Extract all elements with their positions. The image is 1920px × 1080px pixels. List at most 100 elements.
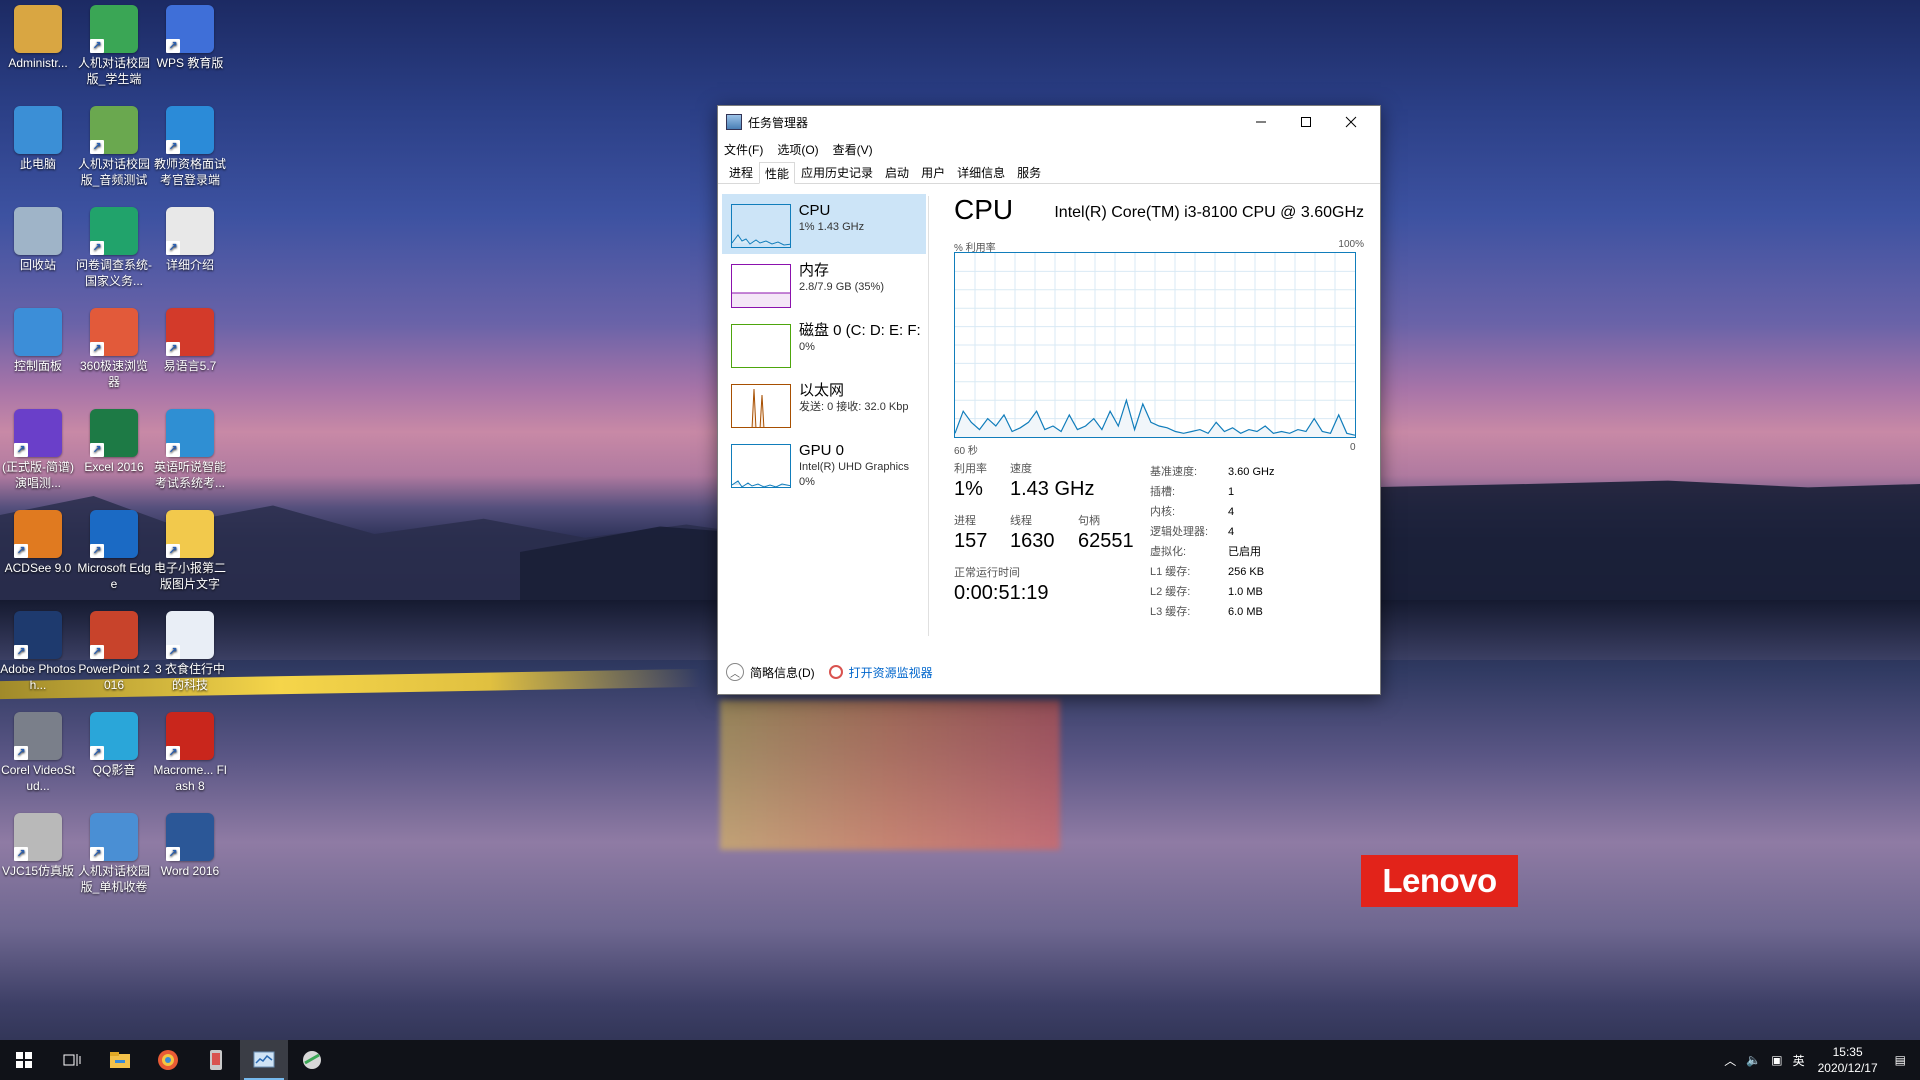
- desktop-icon[interactable]: VJC15仿真版: [0, 808, 76, 879]
- desktop-icon[interactable]: 易语言5.7: [152, 303, 228, 374]
- gpu-mini-graph: [731, 444, 791, 488]
- title-bar[interactable]: 任务管理器: [718, 106, 1380, 138]
- taskbar: ︿ 🔈 ▣ 英 15:35 2020/12/17 ▤: [0, 1040, 1920, 1080]
- stat-processes-value: 157: [954, 530, 988, 552]
- task-manager-taskbar-button[interactable]: [240, 1040, 288, 1080]
- tab-processes[interactable]: 进程: [723, 161, 759, 183]
- prop-value: 已启用: [1228, 546, 1261, 558]
- notification-icon[interactable]: ▤: [1895, 1053, 1906, 1067]
- prop-row: L3 缓存: 6.0 MB: [1150, 602, 1274, 622]
- desktop-icon[interactable]: 回收站: [0, 202, 76, 273]
- desktop-icon-label: Macrome... Flash 8: [153, 763, 227, 793]
- corel-icon: [14, 712, 62, 760]
- control-panel-icon: [14, 308, 62, 356]
- stat-uptime-label: 正常运行时间: [954, 567, 1020, 579]
- desktop-icon[interactable]: 此电脑: [0, 101, 76, 172]
- browser-button[interactable]: [144, 1040, 192, 1080]
- desktop-icon[interactable]: 人机对话校园版_单机收卷: [76, 808, 152, 895]
- desktop-icon-label: WPS 教育版: [156, 56, 224, 70]
- resource-cpu[interactable]: CPU 1% 1.43 GHz: [722, 194, 926, 254]
- open-resource-monitor-link[interactable]: 打开资源监视器: [828, 664, 933, 681]
- prop-row: 基准速度: 3.60 GHz: [1150, 462, 1274, 482]
- light-reflection: [720, 700, 1060, 850]
- prop-row: L1 缓存: 256 KB: [1150, 562, 1274, 582]
- desktop-icon[interactable]: Word 2016: [152, 808, 228, 879]
- qq-player-icon: [90, 712, 138, 760]
- tab-startup[interactable]: 启动: [879, 161, 915, 183]
- resource-ethernet[interactable]: 以太网 发送: 0 接收: 32.0 Kbp: [722, 374, 928, 434]
- desktop-icon[interactable]: 360极速浏览器: [76, 303, 152, 390]
- 360-browser-icon: [158, 1050, 178, 1070]
- chevron-up-icon[interactable]: ︿: [1724, 1052, 1736, 1069]
- close-icon: [1345, 116, 1356, 128]
- phone-app-button[interactable]: [192, 1040, 240, 1080]
- desktop-icon[interactable]: 问卷调查系统-国家义务...: [76, 202, 152, 289]
- cpu-heading: CPU: [954, 194, 1014, 225]
- task-view-button[interactable]: [48, 1040, 96, 1080]
- stat-threads-label: 线程: [1010, 515, 1032, 527]
- resource-cpu-name: CPU: [798, 202, 831, 219]
- tab-app-history[interactable]: 应用历史记录: [795, 161, 879, 183]
- app-taskbar-button[interactable]: [288, 1040, 336, 1080]
- yi-language-icon: [166, 308, 214, 356]
- desktop-icon[interactable]: 英语听说智能考试系统考...: [152, 404, 228, 491]
- desktop-icon[interactable]: ACDSee 9.0: [0, 505, 76, 576]
- desktop-icon-label: Adobe Photosh...: [0, 662, 76, 692]
- axis-zero-label: 0: [1350, 442, 1356, 453]
- desktop-icon[interactable]: 3 衣食住行中的科技: [152, 606, 228, 693]
- desktop-icon[interactable]: Microsoft Edge: [76, 505, 152, 592]
- close-button[interactable]: [1328, 106, 1373, 138]
- desktop-icon[interactable]: 人机对话校园版_音频测试: [76, 101, 152, 188]
- tab-details[interactable]: 详细信息: [951, 161, 1011, 183]
- volume-icon[interactable]: 🔈: [1746, 1053, 1761, 1067]
- desktop-icon[interactable]: (正式版-简谱)演唱测...: [0, 404, 76, 491]
- folder-icon: [166, 510, 214, 558]
- menu-file[interactable]: 文件(F): [724, 141, 763, 158]
- desktop-icon-label: Excel 2016: [84, 460, 144, 474]
- desktop-icon[interactable]: Adobe Photosh...: [0, 606, 76, 693]
- prop-value: 4: [1228, 526, 1235, 538]
- menu-view[interactable]: 查看(V): [833, 141, 873, 158]
- desktop-icon[interactable]: 人机对话校园版_学生端: [76, 0, 152, 87]
- desktop-icon-label: 回收站: [19, 258, 56, 272]
- file-explorer-button[interactable]: [96, 1040, 144, 1080]
- chevron-up-icon: ︿: [726, 663, 744, 681]
- tab-services[interactable]: 服务: [1011, 161, 1047, 183]
- minimize-button[interactable]: [1238, 106, 1283, 138]
- fewer-details-button[interactable]: ︿ 简略信息(D): [726, 663, 815, 681]
- computer-icon: [14, 106, 62, 154]
- stat-handles-value: 62551: [1078, 530, 1134, 552]
- resource-disk-sub: 0%: [799, 341, 815, 353]
- desktop-icon[interactable]: 电子小报第二版图片文字: [152, 505, 228, 592]
- resource-cpu-sub: 1% 1.43 GHz: [798, 221, 865, 233]
- tab-users[interactable]: 用户: [915, 161, 951, 183]
- desktop-icon[interactable]: 控制面板: [0, 303, 76, 374]
- network-icon[interactable]: ▣: [1771, 1053, 1782, 1067]
- desktop-icon[interactable]: QQ影音: [76, 707, 152, 778]
- desktop-icon-label: ACDSee 9.0: [4, 561, 72, 575]
- clock[interactable]: 15:35 2020/12/17: [1818, 1044, 1878, 1076]
- resource-gpu[interactable]: GPU 0 Intel(R) UHD Graphics 0%: [722, 434, 928, 494]
- desktop-icon[interactable]: WPS 教育版: [152, 0, 228, 71]
- wps-icon: [166, 5, 214, 53]
- desktop-icon[interactable]: 详细介绍: [152, 202, 228, 273]
- maximize-button[interactable]: [1283, 106, 1328, 138]
- desktop-icon[interactable]: PowerPoint 2016: [76, 606, 152, 693]
- menu-options[interactable]: 选项(O): [777, 141, 818, 158]
- acdsee-icon: [14, 510, 62, 558]
- resource-memory[interactable]: 内存 2.8/7.9 GB (35%): [722, 254, 928, 314]
- start-button[interactable]: [0, 1040, 48, 1080]
- desktop-icon[interactable]: Excel 2016: [76, 404, 152, 475]
- axis-time-label: 60 秒: [954, 446, 978, 457]
- app-green-icon: [90, 106, 138, 154]
- desktop-icon[interactable]: Macrome... Flash 8: [152, 707, 228, 794]
- desktop-icon-label: 人机对话校园版_音频测试: [77, 157, 150, 187]
- ime-indicator[interactable]: 英: [1793, 1052, 1805, 1069]
- tab-performance[interactable]: 性能: [759, 162, 796, 184]
- resource-gpu-sub2: 0%: [799, 476, 815, 488]
- desktop-icon[interactable]: Corel VideoStud...: [0, 707, 76, 794]
- resource-disk[interactable]: 磁盘 0 (C: D: E: F: 0%: [722, 314, 928, 374]
- prop-row: 虚拟化: 已启用: [1150, 542, 1274, 562]
- desktop-icon[interactable]: 教师资格面试考官登录端: [152, 101, 228, 188]
- desktop-icon[interactable]: Administr...: [0, 0, 76, 71]
